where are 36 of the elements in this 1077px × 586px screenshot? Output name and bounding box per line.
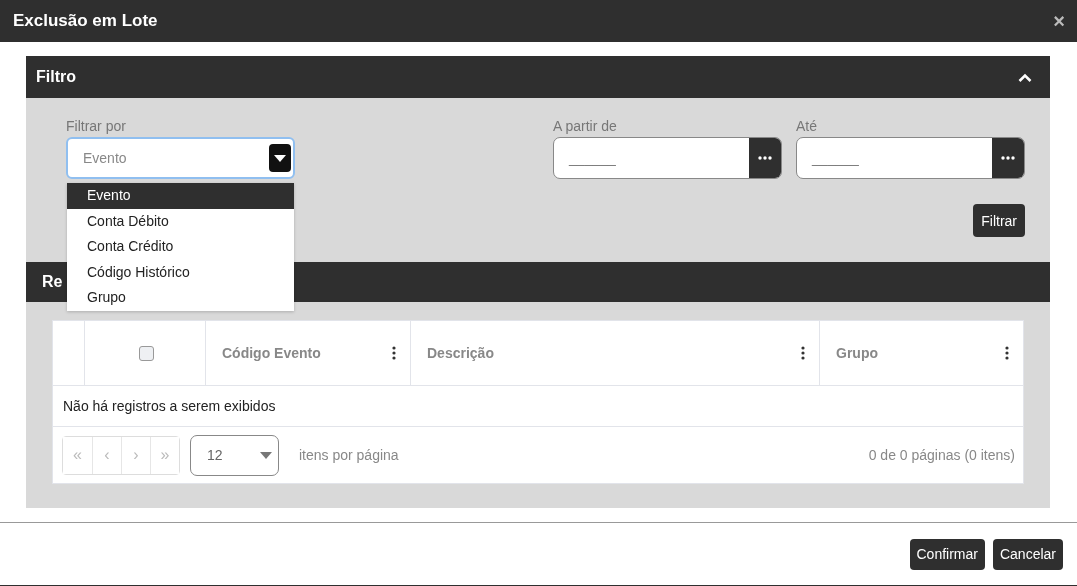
filter-panel-title: Filtro xyxy=(36,68,76,86)
dialog-title: Exclusão em Lote xyxy=(13,11,158,31)
date-picker-button[interactable] xyxy=(749,138,781,178)
field-label: Até xyxy=(796,118,817,134)
caret-down-icon xyxy=(274,154,286,162)
empty-message: Não há registros a serem exibidos xyxy=(53,386,1023,427)
column-menu-icon[interactable] xyxy=(1005,346,1009,360)
caret-down-icon xyxy=(260,451,272,459)
date-picker-button[interactable] xyxy=(992,138,1024,178)
more-icon[interactable] xyxy=(758,156,772,160)
dropdown-option[interactable]: Conta Crédito xyxy=(67,234,294,260)
dropdown-option[interactable]: Evento xyxy=(67,183,294,209)
filter-button[interactable]: Filtrar xyxy=(973,204,1025,237)
field-label: Filtrar por xyxy=(66,118,126,134)
column-menu-icon[interactable] xyxy=(392,346,396,360)
chevron-up-icon[interactable] xyxy=(1018,72,1032,82)
column-header[interactable]: Código Evento xyxy=(222,345,321,361)
filter-by-dropdown[interactable]: Evento xyxy=(66,137,295,179)
date-field[interactable]: ______ xyxy=(553,137,782,179)
column-menu-icon[interactable] xyxy=(801,346,805,360)
dropdown-option[interactable]: Conta Débito xyxy=(67,208,294,234)
select-all-checkbox[interactable] xyxy=(138,345,154,361)
page-size-dropdown[interactable]: 12 xyxy=(190,434,279,476)
records-panel-title: Re xyxy=(42,273,63,291)
pager-summary: 0 de 0 páginas (0 itens) xyxy=(868,447,1015,463)
dropdown-option[interactable]: Grupo xyxy=(67,285,294,311)
more-icon[interactable] xyxy=(1001,156,1015,160)
column-header[interactable]: Grupo xyxy=(836,345,878,361)
page-size-label: itens por página xyxy=(299,447,399,463)
footer-button[interactable]: Cancelar xyxy=(992,538,1063,570)
dropdown-option[interactable]: Código Histórico xyxy=(67,259,294,285)
field-label: A partir de xyxy=(553,118,617,134)
close-button[interactable]: × xyxy=(1053,9,1065,33)
column-header[interactable]: Descrição xyxy=(427,345,494,361)
date-field[interactable]: ______ xyxy=(796,137,1025,179)
footer-button[interactable]: Confirmar xyxy=(909,538,985,570)
